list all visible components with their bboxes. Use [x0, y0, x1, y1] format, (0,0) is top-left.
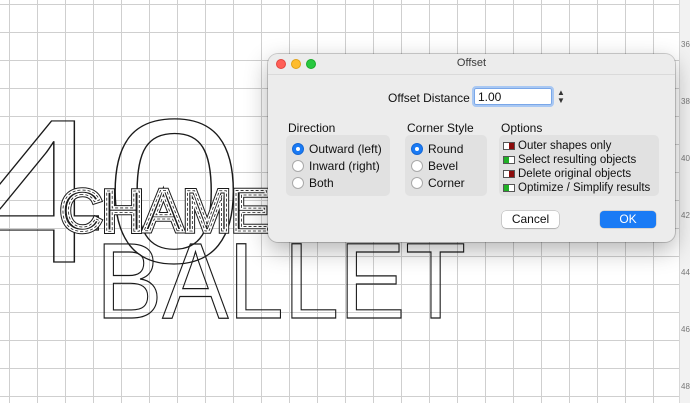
ruler-label: 46	[681, 325, 690, 334]
toggle-on-icon[interactable]	[503, 184, 515, 192]
offset-distance-stepper[interactable]: ▲ ▼	[557, 89, 565, 105]
options-group: Outer shapes only Select resulting objec…	[499, 135, 659, 196]
direction-option-outward[interactable]: Outward (left)	[292, 141, 382, 157]
direction-title: Direction	[288, 121, 336, 135]
radio-icon[interactable]	[292, 160, 304, 172]
stepper-down-icon[interactable]: ▼	[557, 97, 565, 105]
radio-icon[interactable]	[292, 177, 304, 189]
ruler-label: 36	[681, 40, 690, 49]
radio-icon[interactable]	[411, 160, 423, 172]
option-label: Delete original objects	[518, 168, 632, 180]
dialog-titlebar[interactable]: Offset	[268, 54, 675, 75]
corner-style-group: Round Bevel Corner	[405, 135, 487, 196]
offset-dialog: Offset Offset Distance ▲ ▼ Direction Out…	[268, 54, 675, 242]
ruler-label: 38	[681, 97, 690, 106]
offset-distance-label: Offset Distance	[388, 91, 470, 105]
radio-selected-icon[interactable]	[411, 143, 423, 155]
vertical-ruler: 36 38 40 42 44 46 48	[679, 0, 690, 403]
cancel-button[interactable]: Cancel	[502, 211, 559, 228]
radio-icon[interactable]	[411, 177, 423, 189]
option-label: Outer shapes only	[518, 140, 612, 152]
ok-button[interactable]: OK	[600, 211, 656, 228]
corner-option-label: Corner	[428, 176, 465, 190]
option-outer-shapes-only[interactable]: Outer shapes only	[503, 139, 611, 153]
option-label: Optimize / Simplify results	[518, 182, 651, 194]
corner-option-corner[interactable]: Corner	[411, 175, 465, 191]
option-optimize-simplify[interactable]: Optimize / Simplify results	[503, 181, 650, 195]
option-delete-original-objects[interactable]: Delete original objects	[503, 167, 631, 181]
corner-option-round[interactable]: Round	[411, 141, 463, 157]
direction-option-label: Inward (right)	[309, 159, 380, 173]
toggle-off-icon[interactable]	[503, 170, 515, 178]
toggle-on-icon[interactable]	[503, 156, 515, 164]
offset-distance-input[interactable]	[472, 86, 554, 107]
toggle-off-icon[interactable]	[503, 142, 515, 150]
corner-option-label: Bevel	[428, 159, 459, 173]
direction-option-label: Both	[309, 176, 334, 190]
ruler-label: 44	[681, 268, 690, 277]
corner-option-bevel[interactable]: Bevel	[411, 158, 458, 174]
direction-option-inward[interactable]: Inward (right)	[292, 158, 380, 174]
direction-option-both[interactable]: Both	[292, 175, 334, 191]
corner-style-title: Corner Style	[407, 121, 474, 135]
direction-group: Outward (left) Inward (right) Both	[286, 135, 390, 196]
dialog-title: Offset	[456, 57, 487, 69]
direction-option-label: Outward (left)	[309, 142, 382, 156]
options-title: Options	[501, 121, 543, 135]
option-select-resulting-objects[interactable]: Select resulting objects	[503, 153, 636, 167]
corner-option-label: Round	[428, 142, 464, 156]
radio-selected-icon[interactable]	[292, 143, 304, 155]
ruler-label: 40	[681, 154, 690, 163]
ruler-label: 48	[681, 382, 690, 391]
ruler-label: 42	[681, 211, 690, 220]
option-label: Select resulting objects	[518, 154, 637, 166]
